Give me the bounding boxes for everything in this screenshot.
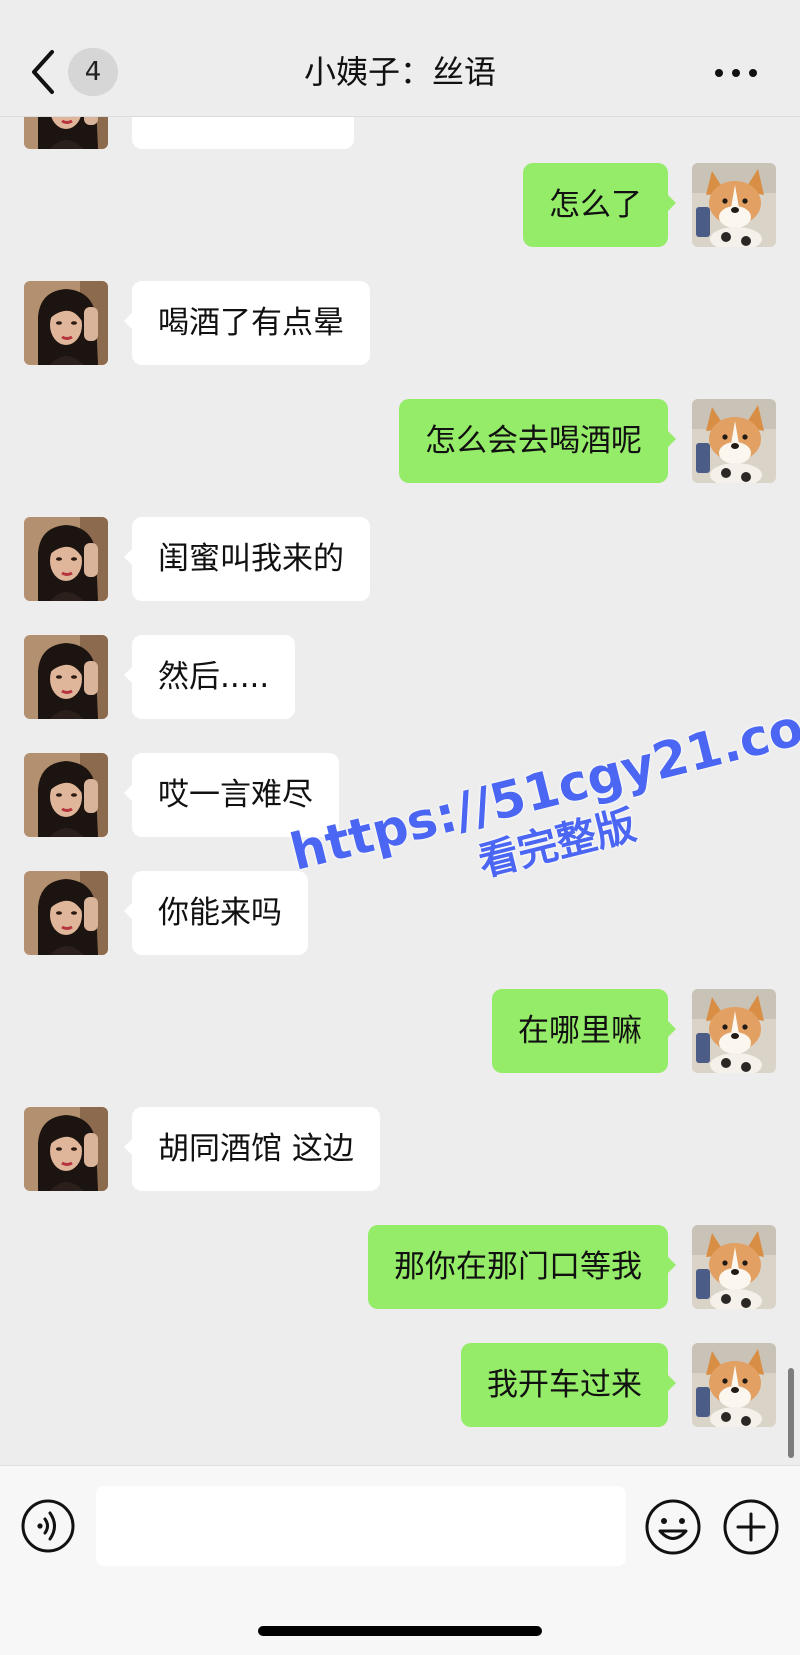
message-row: 胡同酒馆 这边	[0, 1107, 800, 1191]
message-row: 闺蜜叫我来的	[0, 517, 800, 601]
contact-avatar[interactable]	[24, 517, 108, 601]
plus-icon	[723, 1499, 779, 1555]
my-avatar[interactable]	[692, 163, 776, 247]
message-bubble[interactable]: 在哪里嘛	[492, 989, 676, 1073]
message-row: 怎么了	[0, 163, 800, 247]
more-button[interactable]	[712, 56, 760, 90]
home-indicator[interactable]	[258, 1626, 542, 1636]
message-row: 在哪里嘛	[0, 989, 800, 1073]
message-row: 哎一言难尽	[0, 753, 800, 837]
my-avatar[interactable]	[692, 1343, 776, 1427]
contact-avatar[interactable]	[24, 635, 108, 719]
voice-button[interactable]	[20, 1498, 76, 1554]
message-bubble[interactable]	[132, 117, 354, 149]
message-input[interactable]	[96, 1486, 626, 1566]
more-actions-button[interactable]	[722, 1498, 780, 1556]
contact-avatar[interactable]	[24, 753, 108, 837]
emoji-icon	[645, 1499, 701, 1555]
message-bubble[interactable]: 那你在那门口等我	[368, 1225, 676, 1309]
contact-avatar[interactable]	[24, 871, 108, 955]
message-bubble[interactable]: 喝酒了有点晕	[124, 281, 370, 365]
message-row: 那你在那门口等我	[0, 1225, 800, 1309]
contact-avatar[interactable]	[24, 281, 108, 365]
message-row: 喝酒了有点晕	[0, 281, 800, 365]
message-bubble[interactable]: 我开车过来	[461, 1343, 676, 1427]
input-bar	[0, 1465, 800, 1655]
message-bubble[interactable]: 然后.....	[123, 635, 296, 719]
chat-header: 4 小姨子：丝语	[0, 0, 800, 117]
my-avatar[interactable]	[692, 1225, 776, 1309]
message-bubble[interactable]: 你能来吗	[124, 871, 308, 955]
message-row: 我开车过来	[0, 1343, 800, 1427]
contact-avatar[interactable]	[24, 117, 108, 149]
back-button[interactable]	[24, 46, 64, 98]
message-row: 怎么会去喝酒呢	[0, 399, 800, 483]
contact-avatar[interactable]	[24, 1107, 108, 1191]
chat-list[interactable]: 怎么了 喝酒了有点晕 怎么会去喝酒呢 闺蜜叫我来的 然后..... 哎一言难尽 …	[0, 117, 800, 1463]
message-row	[0, 117, 800, 149]
message-bubble[interactable]: 怎么了	[523, 163, 676, 247]
message-row: 然后.....	[0, 635, 800, 719]
message-row: 你能来吗	[0, 871, 800, 955]
more-dots-icon	[715, 69, 757, 77]
voice-icon	[21, 1499, 75, 1553]
my-avatar[interactable]	[692, 989, 776, 1073]
chat-title: 小姨子：丝语	[303, 53, 496, 91]
message-bubble[interactable]: 胡同酒馆 这边	[124, 1107, 380, 1191]
message-bubble[interactable]: 怎么会去喝酒呢	[399, 399, 676, 483]
emoji-button[interactable]	[644, 1498, 702, 1556]
chat-scrollbar[interactable]	[788, 1368, 794, 1458]
my-avatar[interactable]	[692, 399, 776, 483]
chevron-left-icon	[32, 50, 54, 94]
message-bubble[interactable]: 哎一言难尽	[124, 753, 339, 837]
message-bubble[interactable]: 闺蜜叫我来的	[124, 517, 370, 601]
unread-count-badge[interactable]: 4	[68, 48, 118, 96]
